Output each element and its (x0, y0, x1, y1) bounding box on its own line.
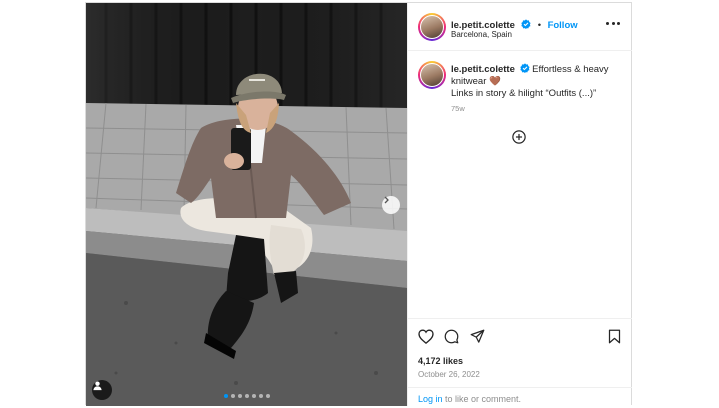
carousel-dot (223, 394, 228, 398)
carousel-dot (237, 394, 242, 398)
more-options-icon (606, 21, 609, 25)
more-options-button[interactable] (606, 20, 620, 26)
caption-timestamp[interactable]: 75w (451, 104, 626, 113)
caption-username[interactable]: le.petit.colette (451, 64, 515, 75)
comment-icon[interactable] (444, 329, 459, 344)
caption-line-3: Links in story & hilight “Outfits (...)” (451, 88, 597, 99)
next-slide-button[interactable] (382, 196, 400, 214)
like-count[interactable]: 4,172 likes (418, 356, 463, 366)
post-details-panel: le.petit.colette • Follow Barcelona, Spa… (407, 3, 632, 406)
caption-first-line: le.petit.colette Effortless & heavy (451, 63, 626, 76)
caption-line-2: knitwear 🤎 (451, 76, 501, 87)
carousel-dot (230, 394, 235, 398)
follow-button[interactable]: Follow (548, 20, 578, 31)
post-location[interactable]: Barcelona, Spain (451, 30, 512, 39)
carousel-indicator (86, 394, 407, 398)
carousel-dot (258, 394, 263, 398)
post-header: le.petit.colette • Follow Barcelona, Spa… (408, 3, 632, 51)
add-comment-icon[interactable] (512, 130, 526, 144)
photo-illustration (86, 3, 407, 406)
bookmark-icon[interactable] (608, 329, 621, 344)
carousel-dot (244, 394, 249, 398)
carousel-dot (251, 394, 256, 398)
caption-author-avatar[interactable] (418, 61, 446, 89)
carousel-dot (265, 394, 270, 398)
login-prompt-text: to like or comment. (442, 394, 522, 404)
verified-badge-icon (521, 19, 531, 29)
caption-line-1: Effortless & heavy (532, 64, 609, 75)
chevron-right-icon (384, 196, 389, 204)
post-date[interactable]: October 26, 2022 (418, 370, 480, 379)
post-actions: 4,172 likes October 26, 2022 Log in to l… (408, 318, 632, 407)
user-tag-icon (93, 381, 102, 391)
post-photo[interactable] (86, 3, 407, 406)
separator-dot: • (537, 20, 542, 31)
author-avatar[interactable] (418, 13, 446, 41)
verified-badge-icon (519, 63, 530, 73)
heart-icon[interactable] (418, 329, 434, 344)
post-card: le.petit.colette • Follow Barcelona, Spa… (85, 2, 632, 406)
share-icon[interactable] (470, 329, 485, 344)
caption-body: le.petit.colette Effortless & heavy knit… (451, 63, 626, 113)
login-link[interactable]: Log in (418, 394, 443, 404)
